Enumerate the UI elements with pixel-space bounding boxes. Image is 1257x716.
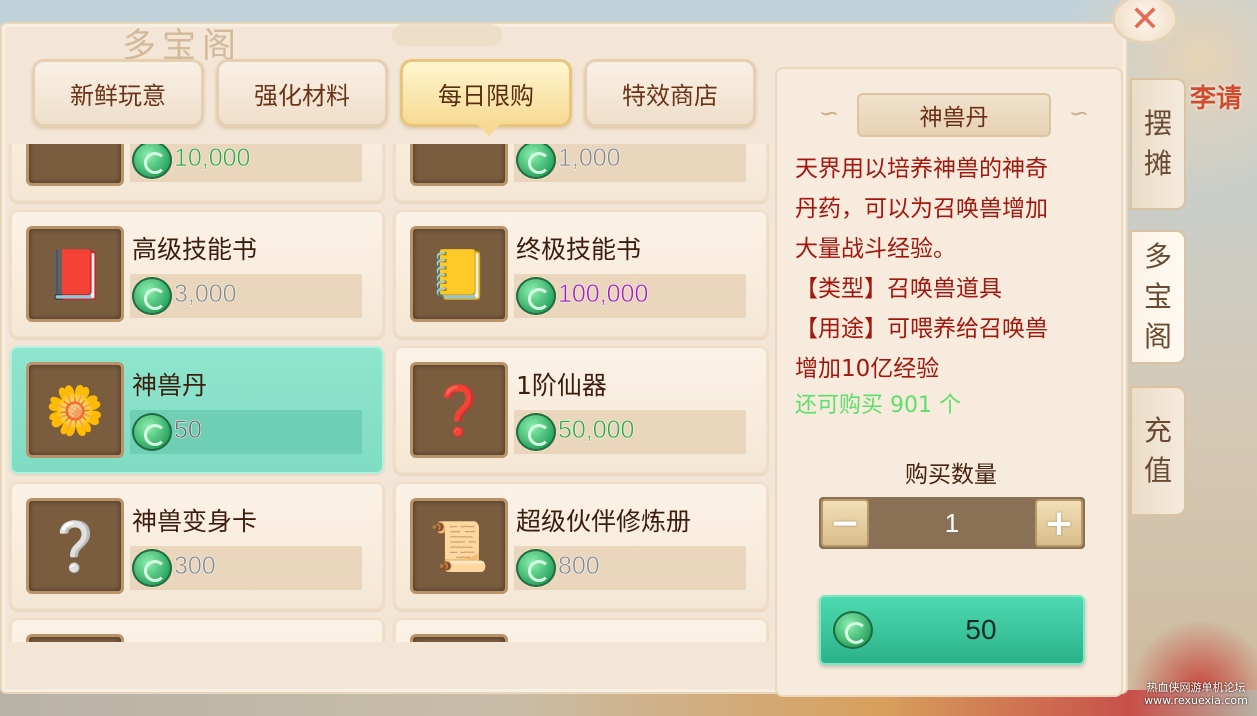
desc-line: 【用途】可喂养给召唤兽 [795, 316, 1048, 342]
desc-line: 丹药，可以为召唤兽增加 [795, 196, 1048, 222]
gold-skill-book-icon: 📒 [410, 226, 508, 322]
side-tab-char: 宝 [1143, 280, 1172, 313]
side-tab-stall[interactable]: 摆 摊 [1130, 78, 1186, 210]
desc-line: 【类型】召唤兽道具 [795, 276, 1002, 302]
side-tab-char: 值 [1143, 454, 1172, 487]
item-name: 终极技能书 [516, 235, 642, 264]
shop-item-card[interactable]: 1,000 [394, 144, 768, 202]
item-name: 神兽丹 [132, 371, 208, 400]
tab-effects-shop[interactable]: 特效商店 [584, 59, 756, 127]
buy-button[interactable]: 50 [819, 595, 1085, 665]
item-price: 800 [558, 552, 600, 581]
price-bar: 50 [130, 410, 362, 454]
item-name: 高级技能书 [132, 235, 258, 264]
shop-item-card[interactable]: 10,000 [10, 144, 384, 202]
side-tab-char: 摊 [1143, 147, 1172, 180]
item-price: 300 [174, 552, 216, 581]
item-price: 50,000 [558, 416, 635, 445]
shop-item-card[interactable]: 🌼 神兽丹 50 [10, 346, 384, 474]
shop-item-card[interactable]: 📕 高级技能书 3,000 [10, 210, 384, 338]
item-name: 神兽变身卡 [132, 507, 258, 536]
red-skill-book-icon: 📕 [26, 226, 124, 322]
quantity-stepper: − 1 + [819, 497, 1085, 549]
desc-line: 增加10亿经验 [795, 356, 940, 382]
side-tab-char: 摆 [1143, 107, 1172, 140]
shop-item-card[interactable]: 📜 超级伙伴修炼册 800 [394, 482, 768, 610]
jade-coin-icon [132, 549, 172, 587]
divine-pill-icon: 🌼 [26, 362, 124, 458]
shop-item-card[interactable]: ❓ 1阶仙器 50,000 [394, 346, 768, 474]
jade-coin-icon [516, 413, 556, 451]
price-bar: 800 [514, 546, 746, 590]
title-ornament [392, 24, 502, 46]
item-icon [26, 634, 124, 642]
item-name: 超级伙伴修炼册 [516, 507, 692, 536]
shop-item-card[interactable] [10, 618, 384, 642]
item-price: 3,000 [174, 280, 237, 309]
shop-panel: 多宝阁 新鲜玩意 强化材料 每日限购 特效商店 10,000 1,000 📕 高级技能… [0, 22, 1128, 697]
desc-line: 大量战斗经验。 [795, 236, 956, 262]
watermark: 热血侠网游单机论坛 www.rexuexia.com [1136, 681, 1256, 707]
jade-coin-icon [833, 611, 873, 649]
item-icon [410, 634, 508, 642]
price-bar: 50,000 [514, 410, 746, 454]
decrease-quantity-button[interactable]: − [821, 499, 869, 547]
mystery-artifact-icon: ❓ [410, 362, 508, 458]
side-tab-char: 充 [1143, 414, 1172, 447]
treasure-chest-icon [26, 144, 124, 186]
increase-quantity-button[interactable]: + [1035, 499, 1083, 547]
item-price: 10,000 [174, 144, 251, 172]
watermark-line: 热血侠网游单机论坛 [1146, 681, 1246, 694]
jade-coin-icon [132, 277, 172, 315]
price-bar: 300 [130, 546, 362, 590]
item-grid[interactable]: 10,000 1,000 📕 高级技能书 3,000 📒 终极技能书 100,000 🌼 神兽丹 5… [8, 144, 772, 642]
price-bar: 1,000 [514, 144, 746, 182]
item-price: 1,000 [558, 144, 621, 172]
quantity-label: 购买数量 [905, 462, 997, 488]
detail-item-title: 神兽丹 [819, 93, 1089, 137]
shop-item-card[interactable] [394, 618, 768, 642]
desc-line: 天界用以培养神兽的神奇 [795, 156, 1048, 182]
jade-coin-icon [516, 277, 556, 315]
item-price: 50 [174, 416, 202, 445]
tab-enhance-materials[interactable]: 强化材料 [216, 59, 388, 127]
background-quest-text: 李请 [1190, 84, 1243, 114]
tab-daily-limited[interactable]: 每日限购 [400, 59, 572, 136]
item-name: 1阶仙器 [516, 371, 607, 400]
jade-coin-icon [132, 144, 172, 179]
category-tabs: 新鲜玩意 强化材料 每日限购 特效商店 [32, 59, 756, 136]
side-tab-char: 阁 [1143, 320, 1172, 353]
price-bar: 3,000 [130, 274, 362, 318]
training-manual-icon: 📜 [410, 498, 508, 594]
shop-item-card[interactable]: 📒 终极技能书 100,000 [394, 210, 768, 338]
side-tab-treasure-pavilion[interactable]: 多 宝 阁 [1130, 230, 1186, 364]
detail-description: 天界用以培养神兽的神奇 丹药，可以为召唤兽增加 大量战斗经验。 【类型】召唤兽道… [795, 149, 1115, 389]
price-bar: 100,000 [514, 274, 746, 318]
jade-coin-icon [132, 413, 172, 451]
item-detail-panel: 神兽丹 天界用以培养神兽的神奇 丹药，可以为召唤兽增加 大量战斗经验。 【类型】… [775, 67, 1123, 697]
price-bar: 10,000 [130, 144, 362, 182]
remaining-purchases: 还可购买 901 个 [795, 393, 961, 418]
transform-card-icon: ❔ [26, 498, 124, 594]
item-price: 100,000 [558, 280, 649, 309]
blue-book-icon [410, 144, 508, 186]
side-tab-recharge[interactable]: 充 值 [1130, 386, 1186, 516]
buy-price: 50 [965, 614, 997, 645]
tab-novelties[interactable]: 新鲜玩意 [32, 59, 204, 127]
quantity-value[interactable]: 1 [871, 497, 1033, 549]
jade-coin-icon [516, 144, 556, 179]
watermark-line: www.rexuexia.com [1144, 694, 1248, 707]
jade-coin-icon [516, 549, 556, 587]
side-tab-char: 多 [1143, 240, 1172, 273]
shop-item-card[interactable]: ❔ 神兽变身卡 300 [10, 482, 384, 610]
